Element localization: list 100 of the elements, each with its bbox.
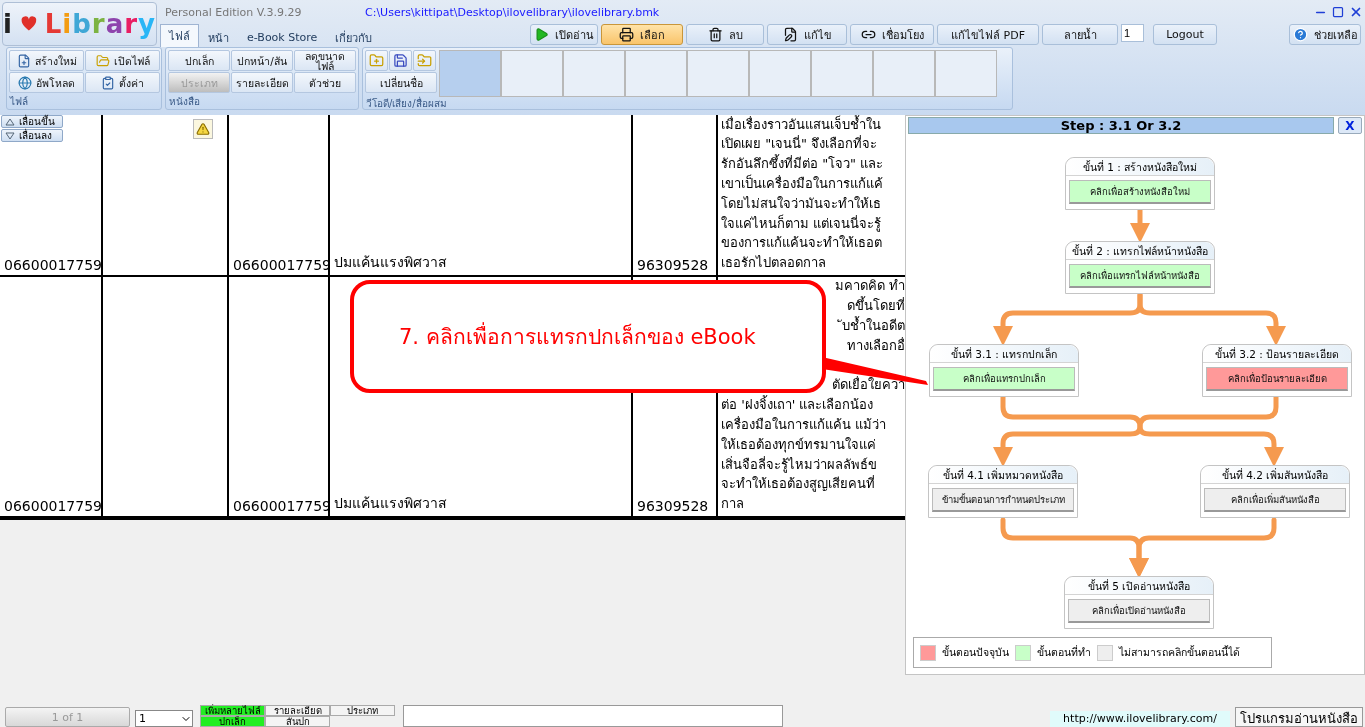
description-line: เครื่องมือในการแก้แค้น แม้ว่า <box>721 415 888 434</box>
step-button[interactable]: คลิกเพื่อแทรกปกเล็ก <box>933 367 1075 391</box>
logout-button[interactable]: Logout <box>1153 24 1217 45</box>
save-icon <box>393 53 408 68</box>
media-thumbnail[interactable] <box>811 50 873 97</box>
step-title: ขั้นที่ 3.1 : แทรกปกเล็ก <box>930 345 1078 363</box>
rename-button[interactable]: เปลี่ยนชื่อ <box>365 72 437 93</box>
toolbar-button[interactable]: เลือก <box>601 24 683 45</box>
save-button[interactable] <box>389 50 412 71</box>
legend-label: ขั้นตอนปัจจุบัน <box>942 644 1009 661</box>
media-thumbnail[interactable] <box>563 50 625 97</box>
filter-button[interactable]: ปกเล็ก <box>200 716 265 727</box>
filter-button[interactable]: ประเภท <box>330 705 395 716</box>
description-line: เธอรักไปตลอดกาล <box>721 254 827 273</box>
legend-label: ขั้นตอนที่ทำ <box>1037 644 1091 660</box>
reader-button[interactable]: โปรแกรมอ่านหนังสือ <box>1235 707 1363 727</box>
table-cell: 06600017759 <box>229 277 330 518</box>
description-line: ตัดเยื่อใยควา <box>831 375 905 395</box>
toolbar-button[interactable]: ลบ <box>686 24 764 45</box>
number-field[interactable]: 1 <box>1121 24 1144 42</box>
step-title: ขั้นที่ 2 : แทรกไฟล์หน้าหนังสือ <box>1066 242 1214 260</box>
media-thumbnail[interactable] <box>873 50 935 97</box>
step-button[interactable]: คลิกเพื่อแทรกไฟล์หน้าหนังสือ <box>1069 264 1211 288</box>
filter-button[interactable]: สันปก <box>265 716 330 727</box>
file-path: C:\Users\kittipat\Desktop\ilovelibrary\ilovelibrary.bmk <box>365 5 661 19</box>
help-icon <box>1292 27 1308 42</box>
media-thumbnail[interactable] <box>935 50 997 97</box>
ribbon-button[interactable]: ปกหน้า/สัน <box>231 50 293 71</box>
input-field[interactable] <box>403 705 783 727</box>
ribbon-button[interactable]: อัพโหลด <box>9 72 84 93</box>
ribbon-button[interactable]: ลดขนาดไฟล์ <box>294 50 356 71</box>
group-label: วีโอดี/เสียง/สื่อผสม <box>365 97 448 111</box>
edit-icon <box>782 27 798 42</box>
maximize-icon <box>1332 6 1344 18</box>
group-label: ไฟล์ <box>8 95 29 109</box>
media-thumbnail[interactable] <box>749 50 811 97</box>
toolbar-button[interactable]: เปิดอ่าน <box>530 24 598 45</box>
legend-label: ไม่สามารถคลิกขั้นตอนนี้ได้ <box>1119 644 1240 660</box>
triangle-up-icon <box>5 117 15 126</box>
table-cell: 06600017759 <box>229 115 330 277</box>
ribbon-button[interactable]: เปิดไฟล์ <box>85 50 160 71</box>
step-button[interactable]: คลิกเพื่อป้อนรายละเอียด <box>1206 367 1348 391</box>
table-cell: 96309528 <box>633 115 718 277</box>
step-title: ขั้นที่ 1 : สร้างหนังสือใหม่ <box>1066 158 1214 176</box>
table-cell: 06600017759 <box>0 277 103 518</box>
ribbon-button[interactable]: รายละเอียด <box>231 72 293 93</box>
trash-icon <box>707 27 723 42</box>
panel-title: Step : 3.1 Or 3.2 <box>908 117 1334 134</box>
triangle-down-icon <box>5 131 15 140</box>
media-thumbnail[interactable] <box>439 50 501 97</box>
printer-icon <box>619 27 634 42</box>
scroll-down-button[interactable]: เลื่อนลง <box>1 129 63 142</box>
menu-tab[interactable]: หน้า <box>199 27 238 47</box>
description-line: โดยไม่สนใจว่ามันจะทำให้เธ <box>721 194 882 213</box>
description-line: กาล <box>721 495 745 514</box>
description-line: รักอันลึกซึ้งที่มีต่อ "โจว" และ <box>721 154 885 174</box>
step-title: ขั้นที่ 3.2 : ป้อนรายละเอียด <box>1203 345 1351 363</box>
description-line: ใจแค่ไหนก็ตาม แต่เจนนี่จะรู้ <box>721 213 883 234</box>
description-line: เสิ่นจือลี่จะรู้ไหมว่าผลลัพธ์ข <box>721 455 878 475</box>
ribbon-button[interactable]: ตัวช่วย <box>294 72 356 93</box>
help-button[interactable]: ช่วยเหลือ <box>1289 24 1361 45</box>
app-logo: i Library <box>2 2 157 46</box>
description-line: ดขึ้นโดยที่ <box>846 296 905 316</box>
media-thumbnail[interactable] <box>501 50 563 97</box>
toolbar-button[interactable]: แก้ไขไฟล์ PDF <box>937 24 1039 45</box>
warning-icon <box>193 119 213 139</box>
folder-arrow-icon <box>417 53 432 68</box>
page-select[interactable]: 1 <box>135 710 193 727</box>
media-thumbnail[interactable] <box>625 50 687 97</box>
toolbar-button[interactable]: ลายน้ำ <box>1042 24 1118 45</box>
ribbon-button[interactable]: สร้างใหม่ <box>9 50 84 71</box>
step-button[interactable]: คลิกเพื่อสร้างหนังสือใหม่ <box>1069 180 1211 204</box>
toolbar-button[interactable]: เชื่อมโยง <box>850 24 934 45</box>
folder-icon <box>95 53 110 68</box>
ribbon-button[interactable]: ปกเล็ก <box>168 50 230 71</box>
description-line: มคาดคิด ทำ <box>833 277 905 296</box>
description-line: เขาเป็นเครื่องมือในการแก้แค้ <box>721 174 884 193</box>
description-line: ต่อ 'ฝงจิ้งเถา' และเลือกน้อง <box>721 395 875 415</box>
description-line: จะทำให้เธอต้องสูญเสียคนที่ <box>721 474 876 494</box>
menu-tab[interactable]: e-Book Store <box>238 27 327 47</box>
description-line: เมื่อเรื่องราวอันแสนเจ็บช้ำใน <box>721 115 882 134</box>
step-title: ขั้นที่ 5 เปิดอ่านหนังสือ <box>1065 577 1213 595</box>
ribbon-button[interactable]: ตั้งค่า <box>85 72 160 93</box>
close-button[interactable]: X <box>1338 117 1362 134</box>
table-cell: ปมแค้นแรงพิศวาส <box>330 115 633 277</box>
play-icon <box>534 27 549 42</box>
toolbar-button[interactable]: แก้ไข <box>767 24 847 45</box>
step-title: ขั้นที่ 4.2 เพิ่มสันหนังสือ <box>1201 466 1349 484</box>
folder-plus-icon <box>369 53 384 68</box>
new-file-icon <box>16 53 31 68</box>
edition-label: Personal Edition V.3.9.29 <box>165 5 303 19</box>
description-line: เปิดเผย "เจนนี่" จึงเลือกที่จะ <box>721 134 879 154</box>
globe-icon <box>18 75 32 90</box>
menu-tab[interactable]: ไฟล์ <box>160 24 199 47</box>
callout-bubble: 7. คลิกเพื่อการแทรกปกเล็กของ eBook <box>350 280 826 393</box>
media-thumbnail[interactable] <box>687 50 749 97</box>
menu-tab[interactable]: เกี่ยวกับ <box>326 27 382 47</box>
scroll-up-button[interactable]: เลื่อนขึ้น <box>1 115 63 128</box>
connector-arrow <box>1130 207 1150 243</box>
step-title: ขั้นที่ 4.1 เพิ่มหมวดหนังสือ <box>929 466 1077 484</box>
